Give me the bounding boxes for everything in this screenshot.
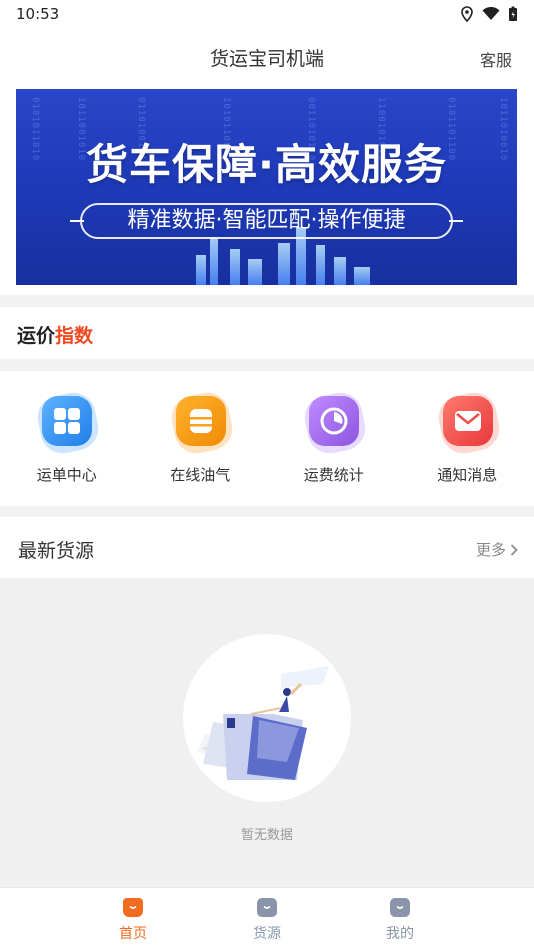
more-link[interactable]: 更多 bbox=[476, 539, 518, 560]
banner-decoration bbox=[210, 237, 218, 285]
price-index-highlight: 指数 bbox=[55, 325, 94, 347]
location-icon bbox=[461, 6, 473, 22]
menu-label: 通知消息 bbox=[437, 466, 498, 484]
tab-label: 货源 bbox=[253, 926, 281, 942]
banner-decoration bbox=[316, 245, 325, 285]
menu-label: 运费统计 bbox=[303, 466, 364, 484]
latest-cargo-header: 最新货源 更多 bbox=[0, 517, 534, 578]
banner-decoration bbox=[196, 255, 206, 285]
page-title: 货运宝司机端 bbox=[209, 48, 324, 70]
banner-decoration bbox=[278, 243, 290, 285]
section-title: 最新货源 bbox=[18, 540, 95, 562]
menu-item-notifications[interactable]: 通知消息 bbox=[401, 371, 534, 506]
chevron-right-icon bbox=[510, 543, 518, 556]
price-index-title: 运价指数 bbox=[17, 321, 93, 348]
menu-item-freight-stats[interactable]: 运费统计 bbox=[267, 371, 401, 506]
tab-label: 首页 bbox=[119, 926, 147, 942]
tab-cargo[interactable]: 货源 bbox=[237, 898, 297, 943]
tab-label: 我的 bbox=[386, 926, 414, 942]
empty-illustration bbox=[183, 634, 351, 802]
menu-label: 在线油气 bbox=[170, 466, 231, 484]
more-label: 更多 bbox=[475, 541, 506, 559]
banner-decoration bbox=[354, 267, 370, 285]
promo-banner[interactable]: 0101011010 1011001010 0110100101 1010110… bbox=[16, 89, 517, 285]
oil-drum-icon bbox=[175, 396, 226, 446]
battery-icon bbox=[509, 6, 517, 21]
banner-decoration bbox=[248, 259, 262, 285]
price-index-label: 运价 bbox=[17, 325, 56, 347]
customer-service-button[interactable]: 客服 bbox=[480, 47, 512, 71]
price-index-section[interactable]: 运价指数 bbox=[0, 307, 534, 359]
menu-item-online-fuel[interactable]: 在线油气 bbox=[134, 371, 268, 506]
header: 货运宝司机端 客服 bbox=[0, 28, 534, 84]
cargo-icon bbox=[257, 898, 277, 917]
menu-label: 运单中心 bbox=[36, 466, 97, 484]
bottom-tab-bar: 首页 货源 我的 bbox=[0, 887, 534, 950]
home-icon bbox=[123, 898, 143, 917]
grid-icon bbox=[42, 396, 92, 446]
empty-folder-icon bbox=[197, 666, 329, 780]
empty-message: 暂无数据 bbox=[240, 828, 293, 843]
banner-subtitle: 精准数据·智能匹配·操作便捷 bbox=[70, 203, 463, 239]
status-time: 10:53 bbox=[16, 5, 60, 23]
quick-menu: 运单中心 在线油气 运费统计 通知消息 bbox=[0, 371, 534, 506]
envelope-icon bbox=[442, 396, 493, 446]
profile-icon bbox=[390, 898, 410, 917]
banner-section: 0101011010 1011001010 0110100101 1010110… bbox=[0, 84, 534, 295]
wifi-icon bbox=[482, 7, 500, 20]
tab-profile[interactable]: 我的 bbox=[370, 898, 430, 943]
tab-home[interactable]: 首页 bbox=[103, 898, 163, 943]
empty-state: 暂无数据 bbox=[0, 578, 534, 887]
banner-title: 货车保障·高效服务 bbox=[86, 140, 447, 189]
banner-decoration bbox=[334, 257, 346, 285]
menu-item-waybill-center[interactable]: 运单中心 bbox=[0, 371, 134, 506]
status-bar: 10:53 bbox=[0, 0, 534, 28]
banner-decoration bbox=[230, 249, 240, 285]
pie-chart-icon bbox=[309, 396, 359, 446]
status-icons bbox=[460, 6, 518, 22]
